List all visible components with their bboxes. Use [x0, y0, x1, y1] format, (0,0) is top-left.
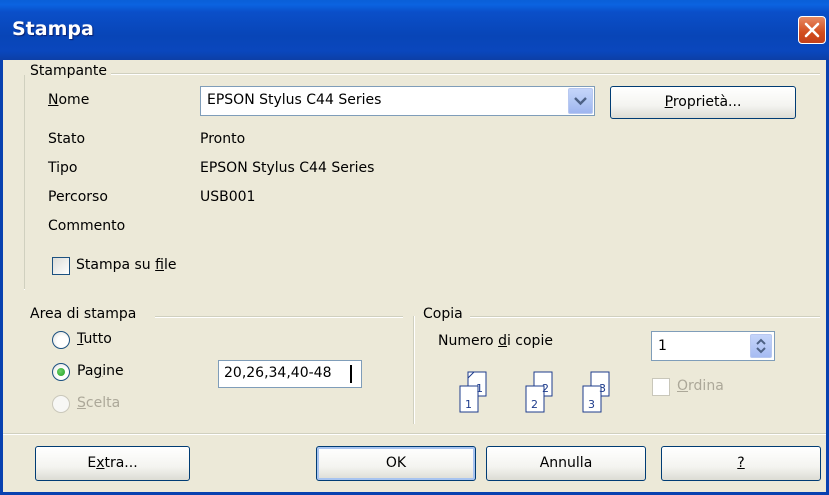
- printer-group-left-border: [24, 75, 25, 290]
- type-value: EPSON Stylus C44 Series: [200, 160, 375, 176]
- path-value: USB001: [200, 189, 256, 205]
- collate-page-label: 1: [476, 382, 483, 395]
- copies-count-label: Numero di copie: [438, 333, 553, 349]
- collate-page-label: 2: [531, 398, 538, 411]
- dialog-frame: [0, 60, 829, 495]
- properties-mnemonic: P: [664, 94, 673, 110]
- close-button[interactable]: [798, 16, 826, 44]
- spin-up-down-icon: [756, 338, 766, 354]
- chevron-down-icon: [574, 97, 587, 106]
- ok-button[interactable]: OK: [316, 446, 476, 481]
- type-label: Tipo: [48, 160, 78, 176]
- print-to-file-checkbox[interactable]: [52, 257, 70, 275]
- name-label: Nome: [48, 92, 90, 108]
- pages-input[interactable]: 20,26,34,40-48: [218, 360, 362, 388]
- selection-label: Scelta: [77, 395, 121, 411]
- printer-group-label: Stampante: [30, 63, 112, 79]
- close-icon: [804, 22, 820, 38]
- printer-group-line: [34, 73, 820, 75]
- status-value: Pronto: [200, 131, 246, 147]
- pages-label: Pagine: [77, 363, 124, 379]
- help-button[interactable]: ?: [661, 446, 821, 481]
- extra-button[interactable]: Extra...: [35, 446, 190, 481]
- pages-input-value: 20,26,34,40-48: [224, 365, 332, 381]
- printer-name-select[interactable]: EPSON Stylus C44 Series: [200, 86, 595, 116]
- properties-label: roprietà...: [672, 94, 742, 110]
- ok-label: OK: [385, 455, 407, 471]
- pages-radio[interactable]: [52, 363, 70, 381]
- collate-page-label: 2: [542, 382, 549, 395]
- collate-checkbox[interactable]: [652, 378, 670, 396]
- collate-icon: 1 1 2 2 3 3: [456, 370, 616, 420]
- copies-group-line: [470, 316, 820, 318]
- selection-radio[interactable]: [52, 395, 70, 413]
- title-bar[interactable]: Stampa: [0, 0, 829, 60]
- all-radio[interactable]: [52, 331, 70, 349]
- copies-group-label: Copia: [420, 306, 467, 322]
- spin-buttons[interactable]: [750, 334, 772, 358]
- properties-button[interactable]: Proprietà...: [610, 86, 796, 119]
- all-label: Tutto: [77, 331, 112, 347]
- radio-selected-dot: [57, 368, 65, 376]
- copies-divider: [413, 316, 415, 424]
- collate-page-label: 3: [599, 382, 606, 395]
- collate-page-label: 3: [588, 398, 595, 411]
- help-label: ?: [737, 455, 745, 471]
- cancel-button[interactable]: Annulla: [486, 446, 646, 481]
- collate-page-label: 1: [465, 398, 472, 411]
- printer-name-value: EPSON Stylus C44 Series: [207, 92, 382, 108]
- copies-count-value: 1: [658, 338, 667, 354]
- collate-label: Ordina: [677, 378, 724, 394]
- button-separator: [3, 433, 826, 435]
- copies-spinbox[interactable]: 1: [651, 331, 775, 361]
- dropdown-button[interactable]: [568, 88, 593, 114]
- comment-label: Commento: [48, 218, 126, 234]
- print-range-group-line: [155, 316, 403, 318]
- extra-label: Extra...: [87, 455, 138, 471]
- print-range-group-label: Area di stampa: [30, 306, 141, 322]
- text-cursor: [350, 365, 352, 383]
- path-label: Percorso: [48, 189, 108, 205]
- window-title: Stampa: [12, 18, 94, 40]
- cancel-label: Annulla: [539, 455, 593, 471]
- status-label: Stato: [48, 131, 86, 147]
- print-to-file-label: Stampa su file: [76, 257, 177, 273]
